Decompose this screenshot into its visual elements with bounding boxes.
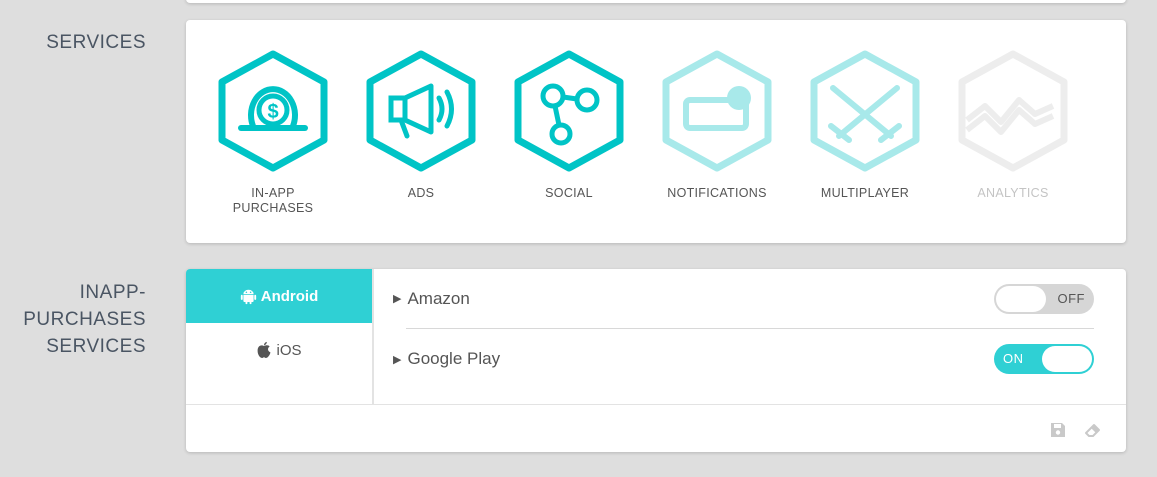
service-label-line1: NOTIFICATIONS: [667, 186, 767, 200]
inapp-label-line3: SERVICES: [46, 336, 146, 357]
save-icon[interactable]: [1050, 422, 1066, 443]
service-label: NOTIFICATIONS: [642, 186, 792, 201]
crossed-swords-icon: [810, 50, 920, 172]
tab-ios-label: iOS: [276, 341, 302, 359]
service-label-line1: SOCIAL: [545, 186, 593, 200]
amazon-toggle[interactable]: OFF: [994, 283, 1094, 314]
service-label-line2: PURCHASES: [232, 201, 314, 215]
service-label: ANALYTICS: [938, 186, 1088, 201]
service-label-line1: MULTIPLAYER: [820, 186, 910, 200]
notification-icon: [662, 50, 772, 172]
tab-ios[interactable]: iOS: [186, 323, 372, 377]
toggle-knob: [996, 285, 1046, 312]
chart-icon: [958, 50, 1068, 172]
android-icon: [240, 289, 256, 304]
service-notifications[interactable]: NOTIFICATIONS: [642, 48, 792, 201]
platform-tabs: Android iOS: [186, 269, 374, 405]
service-in-app-purchases[interactable]: $ IN-APP PURCHASES: [198, 48, 348, 216]
service-label-line1: IN-APP: [251, 186, 295, 200]
apple-icon: [258, 341, 271, 358]
caret-right-icon[interactable]: ▶: [393, 353, 401, 366]
services-label-text: SERVICES: [46, 32, 146, 53]
service-label: ADS: [346, 186, 496, 201]
toggle-state-text: ON: [1003, 351, 1024, 366]
service-label-line1: ANALYTICS: [977, 186, 1049, 200]
services-card: $ IN-APP PURCHASES ADS SOCIAL NOTIFICATI…: [186, 20, 1126, 243]
services-section-label: SERVICES: [46, 29, 146, 56]
megaphone-icon: [366, 50, 476, 172]
inapp-label-line1: INAPP-: [79, 282, 146, 303]
toggle-knob: [1042, 346, 1092, 372]
inapp-section-label: INAPP- PURCHASES SERVICES: [23, 279, 146, 360]
service-social[interactable]: SOCIAL: [494, 48, 644, 201]
service-multiplayer[interactable]: MULTIPLAYER: [790, 48, 940, 201]
coin-purchase-icon: $: [218, 50, 328, 172]
toggle-state-text: OFF: [1057, 290, 1085, 306]
service-ads[interactable]: ADS: [346, 48, 496, 201]
tab-android-label: Android: [260, 287, 319, 305]
service-label: IN-APP PURCHASES: [198, 186, 348, 216]
provider-list: ▶ Amazon OFF ▶ Google Play ON: [393, 269, 1094, 389]
google-play-toggle[interactable]: ON: [994, 344, 1094, 374]
svg-text:$: $: [267, 101, 278, 123]
service-label: SOCIAL: [494, 186, 644, 201]
page: SERVICES $ IN-APP PURCHASES ADS SOCIAL N…: [0, 0, 1157, 477]
provider-name[interactable]: Amazon: [407, 289, 469, 309]
service-label: MULTIPLAYER: [790, 186, 940, 201]
previous-card-edge: [186, 0, 1126, 3]
inapp-purchases-card: Android iOS ▶ Amazon OFF ▶ Google Play O…: [186, 269, 1126, 452]
card-footer: [186, 404, 1126, 452]
inapp-label-line2: PURCHASES: [23, 309, 146, 330]
provider-row-google-play: ▶ Google Play ON: [393, 329, 1094, 389]
share-nodes-icon: [514, 50, 624, 172]
service-analytics[interactable]: ANALYTICS: [938, 48, 1088, 201]
provider-name[interactable]: Google Play: [407, 349, 500, 369]
caret-right-icon[interactable]: ▶: [393, 292, 401, 305]
eraser-icon[interactable]: [1084, 422, 1102, 443]
provider-row-amazon: ▶ Amazon OFF: [393, 269, 1094, 329]
tab-android[interactable]: Android: [186, 269, 372, 323]
service-label-line1: ADS: [407, 186, 435, 200]
